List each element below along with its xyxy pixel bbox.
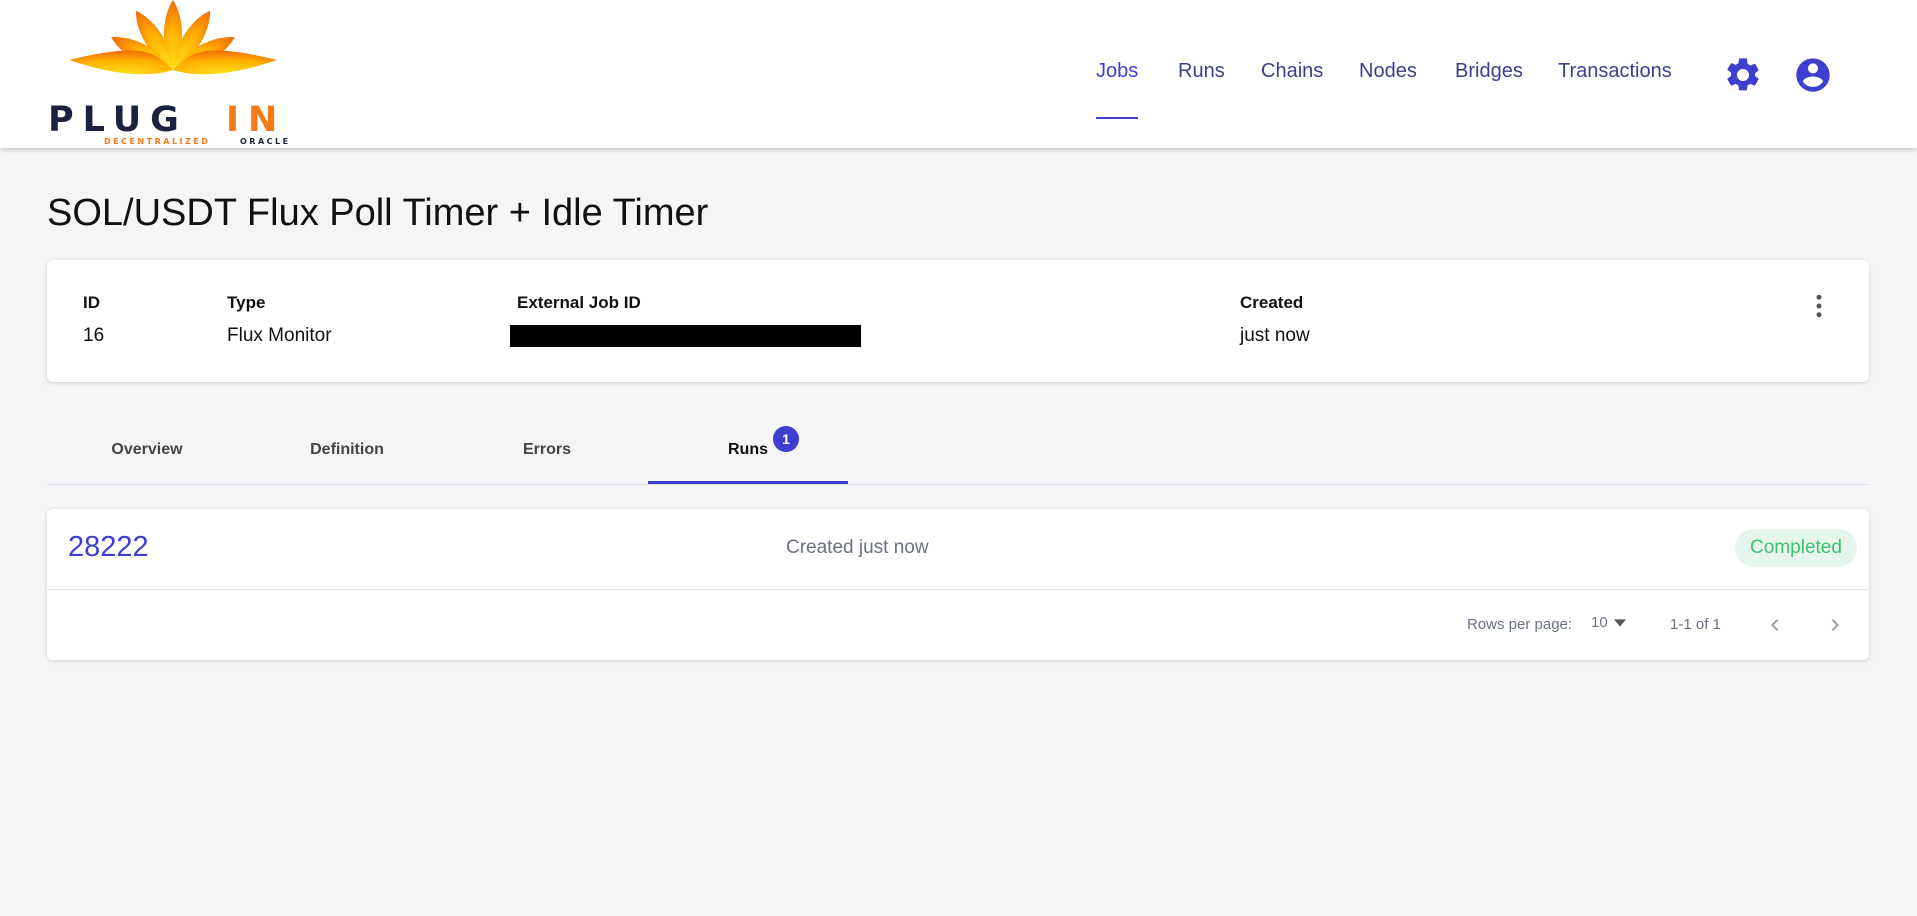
status-badge: Completed bbox=[1735, 529, 1857, 567]
chevron-left-icon[interactable] bbox=[1763, 613, 1787, 637]
logo-word-dark: PLUG bbox=[48, 100, 188, 140]
nav-runs[interactable]: Runs bbox=[1178, 60, 1225, 83]
nav-chains[interactable]: Chains bbox=[1261, 60, 1323, 83]
tab-runs-label: Runs bbox=[728, 440, 768, 458]
nav-transactions[interactable]: Transactions bbox=[1558, 60, 1672, 83]
external-job-id-redacted bbox=[510, 325, 861, 347]
job-id-value: 16 bbox=[83, 325, 105, 346]
tab-overview-label: Overview bbox=[111, 440, 183, 458]
tab-errors[interactable]: Errors bbox=[447, 415, 647, 484]
more-vertical-icon[interactable] bbox=[1804, 291, 1834, 321]
runs-count-badge: 1 bbox=[773, 426, 799, 452]
external-job-id-label: External Job ID bbox=[517, 293, 641, 312]
nav-active-indicator bbox=[1096, 117, 1138, 119]
run-created-text: Created just now bbox=[786, 537, 929, 558]
rows-per-page-select[interactable]: 10 bbox=[1591, 614, 1626, 631]
runs-list-card: 28222 Created just now Completed Rows pe… bbox=[47, 509, 1869, 660]
nav-bridges[interactable]: Bridges bbox=[1455, 60, 1523, 83]
rows-per-page-value: 10 bbox=[1591, 614, 1608, 631]
top-app-bar: PLUG IN DECENTRALIZED ORACLE Jobs Runs C… bbox=[0, 0, 1917, 148]
created-label: Created bbox=[1240, 293, 1304, 312]
tab-overview[interactable]: Overview bbox=[47, 415, 247, 484]
logo-tagline-left: DECENTRALIZED bbox=[104, 137, 210, 146]
job-type-label: Type bbox=[227, 293, 266, 312]
pagination-range: 1-1 of 1 bbox=[1670, 616, 1721, 633]
nav-jobs[interactable]: Jobs bbox=[1096, 60, 1138, 83]
tab-errors-label: Errors bbox=[522, 440, 572, 458]
job-tabs: Overview Definition Errors Runs 1 bbox=[47, 415, 1869, 485]
rows-per-page-label: Rows per page: bbox=[1467, 616, 1573, 633]
job-type-value: Flux Monitor bbox=[227, 325, 332, 346]
plugin-logo[interactable]: PLUG IN DECENTRALIZED ORACLE bbox=[46, 0, 300, 146]
nav-nodes[interactable]: Nodes bbox=[1359, 60, 1417, 83]
tab-active-indicator bbox=[648, 481, 848, 484]
tab-definition[interactable]: Definition bbox=[247, 415, 447, 484]
chevron-right-icon[interactable] bbox=[1823, 613, 1847, 637]
job-info-card: ID 16 Type Flux Monitor External Job ID … bbox=[47, 260, 1869, 382]
run-row[interactable]: 28222 Created just now Completed bbox=[47, 509, 1869, 590]
dropdown-arrow-icon bbox=[1613, 619, 1626, 627]
tab-definition-label: Definition bbox=[310, 440, 384, 458]
run-id-link[interactable]: 28222 bbox=[68, 531, 149, 564]
logo-tagline-right: ORACLE bbox=[240, 137, 291, 146]
account-circle-icon[interactable] bbox=[1793, 55, 1833, 95]
created-value: just now bbox=[1240, 325, 1310, 346]
tab-runs[interactable]: Runs bbox=[648, 415, 848, 484]
job-id-label: ID bbox=[83, 293, 100, 312]
gear-icon[interactable] bbox=[1723, 55, 1763, 95]
page-title: SOL/USDT Flux Poll Timer + Idle Timer bbox=[47, 192, 709, 234]
logo-word-accent: IN bbox=[226, 100, 286, 140]
